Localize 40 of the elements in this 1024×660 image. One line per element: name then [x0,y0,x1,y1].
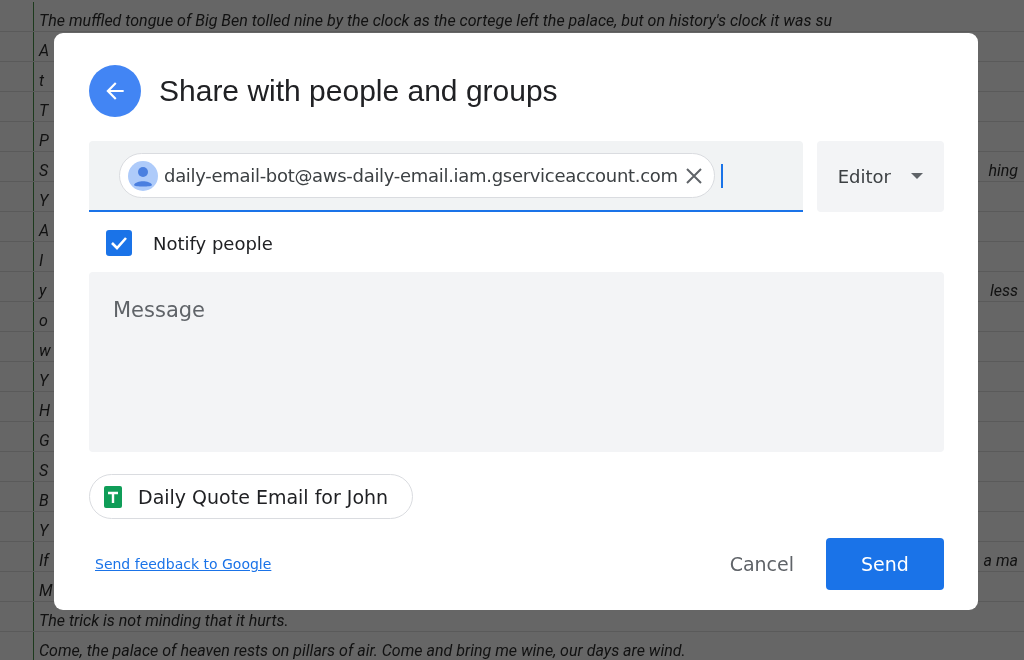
cell-text: I [39,252,44,270]
recipient-chip[interactable]: daily-email-bot@aws-daily-email.iam.gserviceaccount.com [119,153,715,198]
checkbox[interactable] [106,230,132,256]
close-icon[interactable] [683,165,704,186]
back-button[interactable] [89,65,141,117]
cell-text: y [39,282,47,300]
cell-text: less [990,282,1019,300]
cell-text: o [39,312,48,330]
send-button[interactable]: Send [826,538,944,590]
cell-text: H [39,402,51,420]
dialog-title: Share with people and groups [159,74,558,108]
caret-icon [910,173,923,180]
cell-text: S [39,162,49,180]
cell-text: a ma [983,552,1019,570]
cell-text: A [39,222,50,240]
people-input[interactable]: daily-email-bot@aws-daily-email.iam.gserviceaccount.com [89,141,803,212]
cell-text: The trick is not minding that it hurts. [39,612,289,630]
feedback-link[interactable]: Send feedback to Google [95,556,272,572]
cell-text: hing [988,162,1019,180]
cell-text: P [39,132,49,150]
cell-text: Y [39,372,49,390]
cell-text: If [39,552,49,570]
message-field[interactable]: Message [89,272,944,452]
cell-text: M [39,582,53,600]
avatar-icon [128,160,158,191]
cell-text: The muffled tongue of Big Ben tolled nine by the clock as the cortege left the palace, but on history's clock it was su [39,12,832,30]
cell-text: t [39,72,45,90]
spreadsheet-icon [104,485,122,508]
cell-text: Y [39,192,49,210]
cell-text: S [39,462,49,480]
cell-text: G [39,432,50,450]
role-dropdown[interactable]: Editor [816,141,944,212]
cell-text: w [39,342,51,360]
cell-text: Come, the palace of heaven rests on pillars of air. Come and bring me wine, our days are wind. [39,642,686,660]
checkbox-label: Notify people [153,232,273,254]
cancel-button[interactable]: Cancel [719,545,804,583]
cell-text: T [39,102,49,120]
cell-text: A [39,42,50,60]
cell-text: B [39,492,49,510]
cell-text: Y [39,522,49,540]
